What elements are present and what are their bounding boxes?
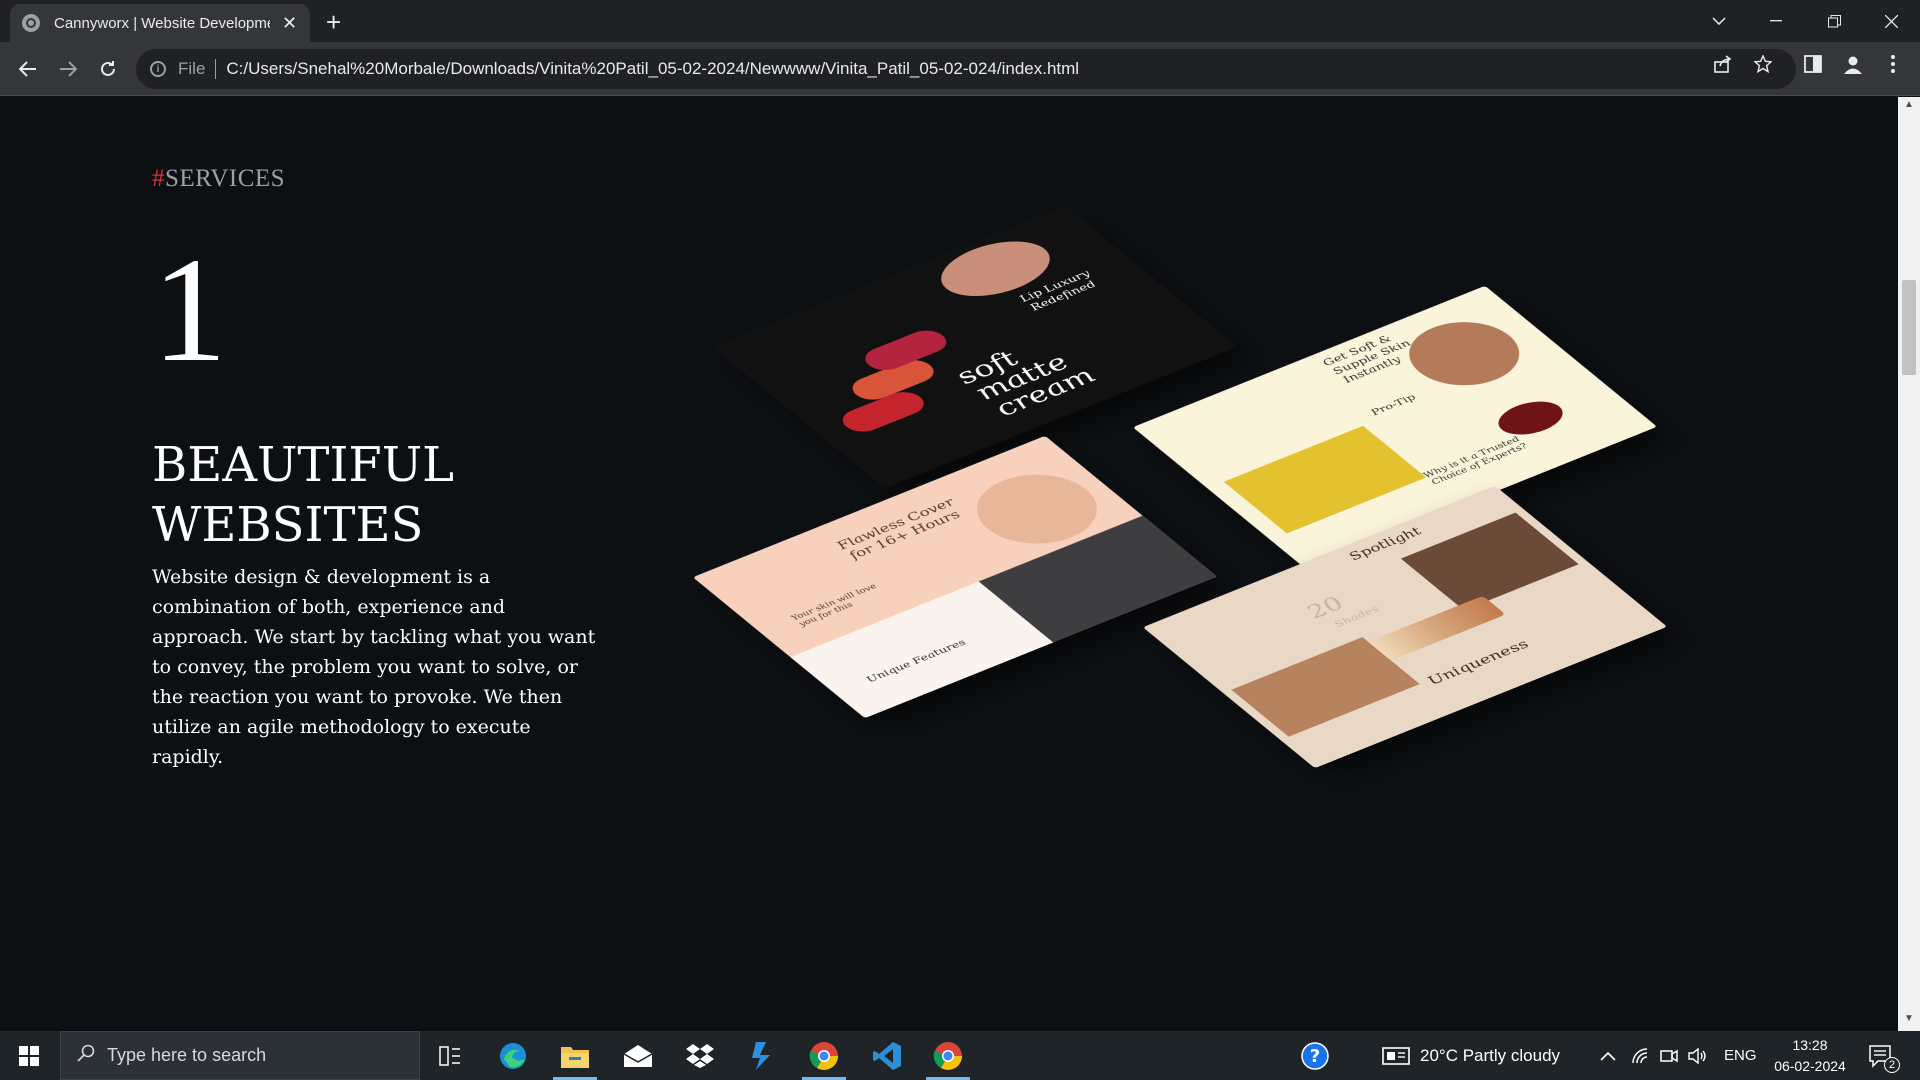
network-icon[interactable] (1632, 1031, 1650, 1080)
reload-button[interactable] (90, 51, 126, 87)
service-description: Website design & development is a combin… (152, 566, 596, 768)
meet-icon[interactable] (1660, 1031, 1678, 1080)
forward-icon (60, 61, 77, 77)
volume-icon[interactable] (1688, 1031, 1708, 1080)
card2-subtitle: Pro-Tip (1367, 392, 1420, 418)
windows-icon (19, 1045, 39, 1066)
explorer-icon[interactable] (545, 1031, 605, 1080)
clock[interactable]: 13:28 06-02-2024 (1768, 1031, 1852, 1080)
weather-widget[interactable]: 20°C Partly cloudy (1382, 1031, 1560, 1080)
url-scheme: File (178, 59, 206, 78)
chevron-up-icon[interactable] (1600, 1031, 1616, 1080)
help-icon[interactable]: ? (1285, 1031, 1345, 1080)
tab-title: Cannyworx | Website Developme (54, 14, 270, 32)
product-photo (1223, 425, 1427, 534)
notification-count: 2 (1884, 1057, 1900, 1073)
webpage: #SERVICES 1 BEAUTIFUL WEBSITES Website d… (0, 97, 1898, 1031)
tab-close-button[interactable]: ✕ (282, 13, 297, 34)
dropbox-icon[interactable] (670, 1031, 730, 1080)
mockup-shades: Spotlight Uniqueness 20 Shades (1142, 485, 1668, 769)
chevron-down-icon (1712, 17, 1726, 25)
card1-title: soft matte cream (947, 346, 1104, 421)
heading-line-2: WEBSITES (152, 497, 424, 553)
divider (215, 59, 217, 79)
app-icon[interactable] (732, 1031, 792, 1080)
share-icon[interactable] (1708, 55, 1738, 79)
reload-icon (101, 61, 115, 76)
address-bar[interactable]: i File C:/Users/Snehal%20Morbale/Downloa… (136, 49, 1796, 89)
section-eyebrow: #SERVICES (152, 165, 285, 193)
sidepanel-icon[interactable] (1798, 55, 1828, 79)
service-heading: BEAUTIFUL WEBSITES (152, 435, 454, 555)
card2-note: Why is it a Trusted Choice of Experts? (1420, 434, 1531, 486)
scroll-down-arrow-icon[interactable]: ▼ (1898, 1013, 1920, 1029)
vscode-icon[interactable] (857, 1031, 917, 1080)
tab-strip: Cannyworx | Website Developme ✕ + (0, 0, 1920, 42)
eyebrow-hash: # (152, 165, 165, 192)
new-tab-button[interactable]: + (326, 7, 341, 38)
weather-icon (1382, 1046, 1410, 1065)
close-window-button[interactable] (1862, 0, 1920, 42)
eyebrow-text: SERVICES (165, 165, 286, 192)
card3-title: Flawless Cover for 16+ Hours (832, 496, 965, 562)
scrollbar-track[interactable] (1898, 97, 1920, 1031)
notification-icon[interactable]: 2 (1868, 1031, 1900, 1080)
chrome-icon[interactable] (918, 1031, 978, 1080)
heading-line-1: BEAUTIFUL (152, 437, 455, 493)
url-text[interactable]: C:/Users/Snehal%20Morbale/Downloads/Vini… (226, 59, 1079, 79)
profile-icon[interactable] (1838, 55, 1868, 81)
globe-icon (22, 14, 40, 32)
svg-text:?: ? (1310, 1046, 1320, 1067)
card4-subtitle: Uniqueness (1422, 636, 1534, 688)
scrollbar-thumb[interactable] (1902, 280, 1916, 375)
clock-date: 06-02-2024 (1774, 1057, 1846, 1074)
minimize-icon (1770, 20, 1782, 22)
menu-icon[interactable] (1878, 55, 1908, 79)
mail-icon[interactable] (608, 1031, 668, 1080)
language-indicator[interactable]: ENG (1724, 1031, 1757, 1080)
close-icon (1884, 14, 1898, 28)
clock-time: 13:28 (1792, 1036, 1828, 1053)
models-photo (1400, 512, 1579, 611)
chrome-icon[interactable] (794, 1031, 854, 1080)
start-button[interactable] (0, 1031, 58, 1080)
service-number: 1 (152, 227, 227, 393)
taskview-icon[interactable] (420, 1031, 480, 1080)
restore-button[interactable] (1805, 0, 1863, 42)
windows-taskbar: Type here to search ? 20°C Partly cloudy (0, 1031, 1920, 1080)
scroll-up-arrow-icon[interactable]: ▲ (1898, 99, 1920, 115)
star-icon[interactable] (1748, 54, 1778, 79)
weather-text: 20°C Partly cloudy (1420, 1045, 1561, 1065)
website-mockups-image: soft matte cream Lip Luxury Redefined Ge… (692, 177, 1720, 817)
browser-toolbar: i File C:/Users/Snehal%20Morbale/Downloa… (0, 42, 1920, 96)
edge-icon[interactable] (483, 1031, 543, 1080)
taskbar-search[interactable]: Type here to search (60, 1031, 420, 1080)
site-info-icon[interactable]: i (150, 61, 166, 77)
forward-button[interactable] (50, 51, 86, 87)
back-button[interactable] (10, 51, 46, 87)
mockup-foundation: Flawless Cover for 16+ Hours Unique Feat… (692, 435, 1218, 719)
minimize-button[interactable] (1747, 0, 1805, 42)
restore-icon (1827, 14, 1841, 27)
search-icon (77, 1044, 95, 1068)
search-placeholder: Type here to search (107, 1045, 267, 1065)
active-tab[interactable]: Cannyworx | Website Developme ✕ (10, 4, 310, 42)
tab-search-button[interactable] (1690, 0, 1748, 42)
back-icon (19, 61, 36, 77)
